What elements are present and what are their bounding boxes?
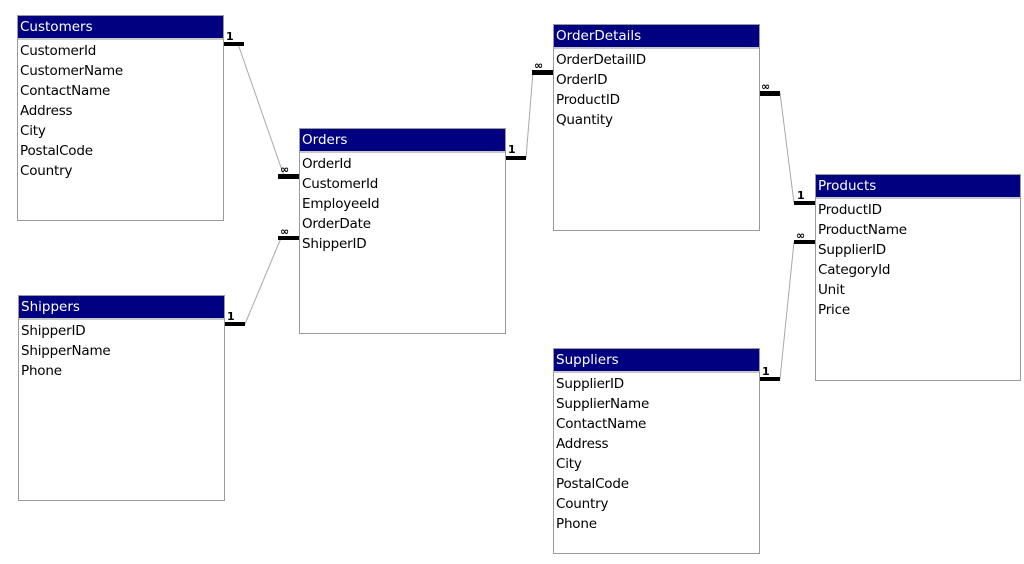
link-line: [237, 43, 285, 177]
field-item[interactable]: PostalCode: [20, 141, 223, 161]
field-item[interactable]: ProductName: [818, 220, 1020, 240]
cardinality-one-label: 1: [508, 143, 516, 156]
field-item[interactable]: Quantity: [556, 110, 759, 130]
cardinality-one-label: 1: [227, 310, 235, 323]
field-item[interactable]: City: [556, 454, 759, 474]
relationship-customers-orders[interactable]: 1 ∞: [223, 30, 299, 179]
link-line: [779, 241, 795, 380]
field-item[interactable]: CustomerId: [20, 41, 223, 61]
field-item[interactable]: ProductID: [556, 90, 759, 110]
table-title[interactable]: Shippers: [19, 296, 224, 320]
table-title[interactable]: OrderDetails: [554, 25, 759, 49]
field-item[interactable]: OrderDetailID: [556, 50, 759, 70]
link-line: [525, 71, 534, 159]
field-item[interactable]: SupplierID: [818, 240, 1020, 260]
field-item[interactable]: Address: [20, 101, 223, 121]
field-item[interactable]: Phone: [21, 361, 224, 381]
field-list: OrderDetailID OrderID ProductID Quantity: [554, 49, 759, 130]
cardinality-many-label: ∞: [280, 225, 289, 238]
field-item[interactable]: CustomerId: [302, 174, 505, 194]
field-item[interactable]: CustomerName: [20, 61, 223, 81]
field-list: SupplierID SupplierName ContactName Addr…: [554, 373, 759, 534]
field-item[interactable]: OrderId: [302, 154, 505, 174]
cardinality-one-label: 1: [797, 189, 805, 202]
relationship-shippers-orders[interactable]: 1 ∞: [224, 225, 299, 326]
field-item[interactable]: Phone: [556, 514, 759, 534]
field-list: OrderId CustomerId EmployeeId OrderDate …: [300, 153, 505, 254]
field-item[interactable]: ShipperID: [302, 234, 505, 254]
field-item[interactable]: ShipperID: [21, 321, 224, 341]
table-title[interactable]: Suppliers: [554, 349, 759, 373]
table-suppliers[interactable]: Suppliers SupplierID SupplierName Contac…: [553, 348, 760, 554]
field-item[interactable]: ContactName: [20, 81, 223, 101]
field-item[interactable]: Unit: [818, 280, 1020, 300]
cardinality-one-label: 1: [762, 365, 770, 378]
field-item[interactable]: Country: [556, 494, 759, 514]
table-title[interactable]: Products: [816, 175, 1020, 199]
field-item[interactable]: PostalCode: [556, 474, 759, 494]
field-list: ShipperID ShipperName Phone: [19, 320, 224, 381]
link-line: [779, 92, 795, 204]
field-item[interactable]: City: [20, 121, 223, 141]
relationship-suppliers-products[interactable]: 1 ∞: [759, 229, 815, 381]
field-item[interactable]: CategoryId: [818, 260, 1020, 280]
field-item[interactable]: ShipperName: [21, 341, 224, 361]
cardinality-one-label: 1: [226, 30, 234, 43]
one-end-bar: [505, 156, 526, 160]
relationship-orders-orderdetails[interactable]: 1 ∞: [505, 59, 553, 160]
cardinality-many-label: ∞: [761, 80, 770, 93]
field-item[interactable]: Price: [818, 300, 1020, 320]
field-item[interactable]: EmployeeId: [302, 194, 505, 214]
cardinality-many-label: ∞: [796, 229, 805, 242]
field-item[interactable]: SupplierID: [556, 374, 759, 394]
cardinality-many-label: ∞: [534, 59, 543, 72]
relationship-orderdetails-products[interactable]: ∞ 1: [759, 80, 815, 205]
field-item[interactable]: OrderID: [556, 70, 759, 90]
link-line: [244, 237, 282, 325]
field-item[interactable]: Country: [20, 161, 223, 181]
table-customers[interactable]: Customers CustomerId CustomerName Contac…: [17, 15, 224, 221]
field-list: CustomerId CustomerName ContactName Addr…: [18, 40, 223, 181]
cardinality-many-label: ∞: [280, 163, 289, 176]
field-item[interactable]: SupplierName: [556, 394, 759, 414]
field-list: ProductID ProductName SupplierID Categor…: [816, 199, 1020, 320]
field-item[interactable]: ContactName: [556, 414, 759, 434]
table-orderdetails[interactable]: OrderDetails OrderDetailID OrderID Produ…: [553, 24, 760, 231]
table-products[interactable]: Products ProductID ProductName SupplierI…: [815, 174, 1021, 381]
field-item[interactable]: Address: [556, 434, 759, 454]
table-shippers[interactable]: Shippers ShipperID ShipperName Phone: [18, 295, 225, 501]
table-title[interactable]: Customers: [18, 16, 223, 40]
table-orders[interactable]: Orders OrderId CustomerId EmployeeId Ord…: [299, 128, 506, 334]
table-title[interactable]: Orders: [300, 129, 505, 153]
field-item[interactable]: OrderDate: [302, 214, 505, 234]
field-item[interactable]: ProductID: [818, 200, 1020, 220]
